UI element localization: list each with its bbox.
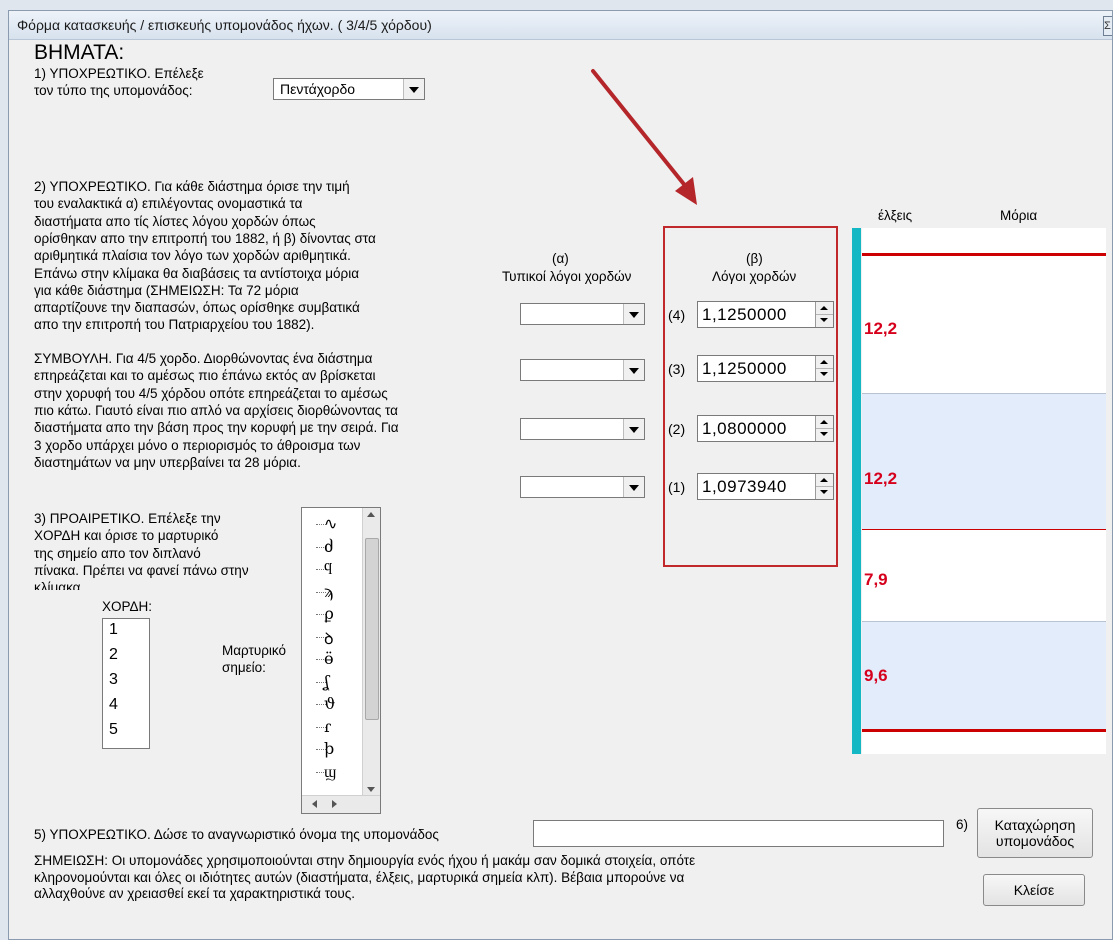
step2-line: απο την επιτροπή του Πατριαρχείου του 18… (34, 317, 315, 333)
close-window-button[interactable]: Σ (1103, 16, 1112, 36)
vertical-scrollbar[interactable] (362, 508, 380, 796)
scale-axis (852, 228, 861, 754)
annotation-arrow-icon (591, 69, 697, 205)
typical-ratio-combo-1[interactable] (520, 476, 645, 498)
marker-glyph-item[interactable]: ϸ (324, 739, 334, 758)
marker-glyph-item[interactable]: ∿ (324, 514, 337, 533)
advice-line: ΣΥΜΒΟΥΛΗ. Για 4/5 χορδο. Διορθώνοντας έν… (34, 351, 373, 366)
register-button-line1: Καταχώρηση (994, 817, 1076, 833)
scroll-down-icon[interactable] (367, 787, 375, 792)
horizontal-scrollbar[interactable] (302, 795, 380, 813)
scale-line (862, 393, 1106, 394)
step6-label: 6) (956, 817, 969, 832)
marker-label-1: Μαρτυρικό (222, 643, 287, 658)
list-item[interactable]: 4 (109, 696, 118, 714)
chevron-down-icon[interactable] (623, 477, 644, 497)
step3-line: 3) ΠΡΟΑΙΡΕΤΙΚΟ. Επέλεξε την (34, 511, 221, 526)
chord-label: ΧΟΡΔΗ: (102, 599, 153, 614)
register-subunit-button[interactable]: Καταχώρηση υπομονάδος (977, 808, 1093, 858)
subunit-type-value: Πεντάχορδο (280, 81, 356, 97)
scale-red-line (862, 253, 1106, 256)
scale-line (862, 621, 1106, 622)
advice-line: διαστημάτων να μην υπερβαίνει τα 28 μόρι… (34, 454, 301, 470)
scroll-thumb[interactable] (365, 538, 379, 720)
step3-line: κλίμακα (34, 580, 81, 590)
marker-glyph-list[interactable]: ∿ ძ ϥ ϡ ϼ ꝺ ӫ ʆ ϑ ɾ ϸ ϣ (301, 507, 381, 814)
typical-ratio-combo-4[interactable] (520, 303, 645, 325)
list-item[interactable]: 5 (109, 721, 118, 739)
scale-header-moria: Μόρια (1000, 208, 1038, 223)
scale-band (862, 393, 1106, 529)
typical-ratio-combo-3[interactable] (520, 359, 645, 381)
subunit-name-input[interactable] (533, 820, 944, 847)
step3-instructions: 3) ΠΡΟΑΙΡΕΤΙΚΟ. Επέλεξε την ΧΟΡΔΗ και όρι… (34, 510, 296, 590)
marker-glyph-item[interactable]: ϣ (324, 762, 336, 782)
step2-line: του εναλακτικά α) επιλέγοντας ονομαστικά… (34, 196, 303, 212)
step1-line1: 1) ΥΠΟΧΡΕΩΤΙΚΟ. Επέλεξε (34, 66, 204, 81)
advice-line: πιο κάτω. Γιαυτό είναι πιο απλό να αρχίσ… (34, 402, 398, 418)
marker-glyph-item[interactable]: ϡ (324, 582, 333, 601)
advice-line: επηρεάζεται και το αμέσως πιο έπάνω εκτό… (34, 368, 376, 384)
column-a-title: Τυπικοί λόγοι χορδών (502, 269, 632, 284)
list-item[interactable]: 2 (109, 646, 118, 664)
marker-glyph-item[interactable]: ϑ (324, 694, 335, 713)
column-a-label: (α) (552, 251, 569, 266)
list-item[interactable]: 1 (109, 621, 118, 639)
chevron-down-icon[interactable] (623, 304, 644, 324)
interval-cents-4: 12,2 (864, 319, 898, 338)
step2-line: διαστήματα απο τίς λίστες λόγου χορδών ό… (34, 213, 316, 229)
step2-line: Επάνω στην κλίμακα θα διαβάσεις τα αντίσ… (34, 265, 360, 281)
note-line: ΣΗΜΕΙΩΣΗ: Οι υπομονάδες χρησιμοποιούνται… (34, 853, 696, 868)
list-item[interactable]: 3 (109, 671, 118, 689)
chevron-down-icon[interactable] (623, 360, 644, 380)
title-bar: Φόρμα κατασκευής / επισκευής υπομονάδος … (9, 11, 1112, 40)
scroll-right-icon[interactable] (332, 800, 337, 808)
subunit-type-combo[interactable]: Πεντάχορδο (273, 78, 425, 100)
marker-label-2: σημείο: (222, 660, 266, 675)
scale-red-line (862, 529, 1106, 530)
step3-line: της σημείο απο τον διπλανό (34, 545, 201, 561)
advice-line: διαστήματα απο την βάση προς την κορυφή … (34, 420, 399, 436)
step3-line: πίνακα. Πρέπει να φανεί πάνω στην (34, 562, 249, 578)
interval-cents-3: 12,2 (864, 469, 898, 488)
chevron-down-icon[interactable] (623, 419, 644, 439)
register-button-line2: υπομονάδος (995, 833, 1075, 849)
scroll-up-icon[interactable] (367, 512, 375, 517)
marker-glyph-item[interactable]: ϼ (324, 604, 333, 623)
marker-glyph-item[interactable]: ӫ (324, 649, 334, 668)
note-line: κληρονομούνται και όλες οι ιδιότητες αυτ… (34, 869, 685, 885)
step5-label: 5) ΥΠΟΧΡΕΩΤΙΚΟ. Δώσε το αναγνωριστικό όν… (34, 827, 439, 842)
marker-glyph-item[interactable]: ʆ (324, 672, 329, 691)
step2-line: απαρτίζουνε την διαπασών, όπως ορίσθηκε … (34, 300, 360, 316)
steps-heading: ΒΗΜΑΤΑ: (34, 41, 125, 64)
scale-header-elxeis: έλξεις (878, 208, 913, 223)
step2-line: για κάθε διάστημα (ΣΗΜΕΙΩΣΗ: Τα 72 μόρια (34, 282, 299, 298)
step3-line: ΧΟΡΔΗ και όρισε το μαρτυρικό (34, 528, 219, 544)
marker-glyph-item[interactable]: ძ (324, 537, 333, 556)
step1-line2: τον τύπο της υπομονάδος: (34, 83, 193, 98)
scale-red-line (862, 729, 1106, 732)
step2-line: 2) ΥΠΟΧΡΕΩΤΙΚΟ. Για κάθε διάστημα όρισε … (34, 179, 350, 194)
advice-line: στην χορυφή του 4/5 χόρδου οπότε επηρεάζ… (34, 385, 388, 401)
scroll-left-icon[interactable] (312, 800, 317, 808)
interval-cents-2: 7,9 (864, 570, 888, 589)
chord-listbox[interactable]: 1 2 3 4 5 (102, 618, 150, 749)
advice-line: 3 χορδο υπάρχει μόνο ο περιορισμός το άθ… (34, 437, 361, 453)
highlight-box (663, 226, 838, 567)
typical-ratio-combo-2[interactable] (520, 418, 645, 440)
interval-cents-1: 9,6 (864, 666, 888, 685)
marker-glyph-item[interactable]: ϥ (324, 559, 332, 579)
note-line: αλλαχθούνε αν χρειασθεί εκεί τα χαρακτηρ… (34, 886, 356, 901)
chevron-down-icon[interactable] (403, 79, 424, 99)
marker-glyph-item[interactable]: ꝺ (324, 627, 334, 649)
marker-glyph-item[interactable]: ɾ (324, 717, 331, 736)
scale-panel: 12,2 12,2 7,9 9,6 (862, 228, 1106, 754)
step2-line: ορίσθηκαν απο την επιτροπή του 1882, ή β… (34, 230, 376, 246)
window-title: Φόρμα κατασκευής / επισκευής υπομονάδος … (17, 17, 432, 33)
scale-band (862, 621, 1106, 729)
step2-line: αριθμητικά πλαίσια τον λόγο των χορδών α… (34, 248, 351, 264)
close-button[interactable]: Κλείσε (983, 874, 1085, 906)
